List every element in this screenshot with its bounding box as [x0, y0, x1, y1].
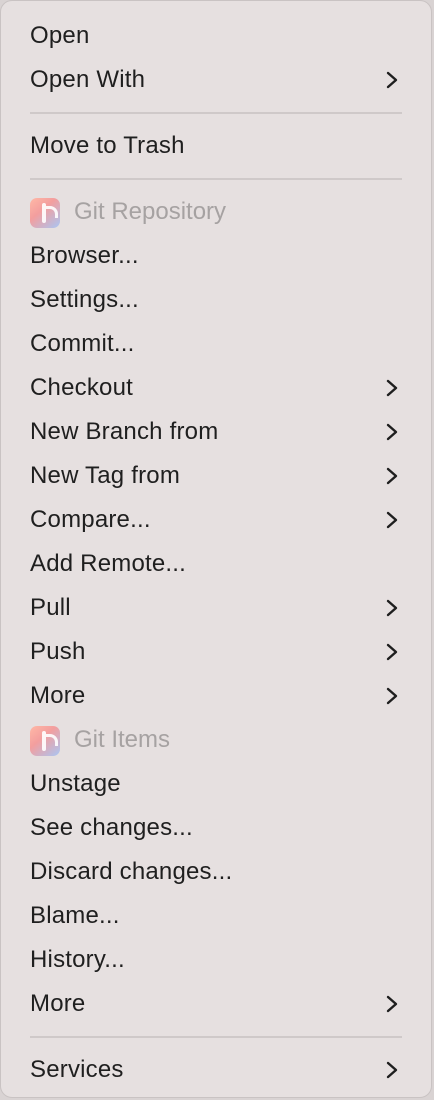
chevron-right-icon: [386, 379, 398, 397]
menu-item-label: More: [30, 990, 86, 1017]
git-app-icon: [30, 726, 60, 756]
section-header-git-items: Git Items: [1, 718, 431, 762]
menu-separator: [1, 102, 431, 124]
menu-item-label: More: [30, 682, 86, 709]
menu-item-label: History...: [30, 946, 125, 973]
section-header-label: Git Items: [74, 726, 171, 753]
menu-item-label: Services: [30, 1056, 124, 1083]
menu-item-open[interactable]: Open: [1, 14, 431, 58]
git-app-icon: [30, 198, 60, 228]
chevron-right-icon: [386, 1061, 398, 1079]
menu-item-unstage[interactable]: Unstage: [1, 762, 431, 806]
menu-item-label: Move to Trash: [30, 132, 185, 159]
menu-item-more-repository[interactable]: More: [1, 674, 431, 718]
menu-item-label: See changes...: [30, 814, 193, 841]
chevron-right-icon: [386, 511, 398, 529]
menu-item-more-items[interactable]: More: [1, 982, 431, 1026]
menu-item-push[interactable]: Push: [1, 630, 431, 674]
chevron-right-icon: [386, 467, 398, 485]
menu-item-new-tag-from[interactable]: New Tag from: [1, 454, 431, 498]
menu-item-label: Commit...: [30, 330, 135, 357]
menu-item-commit[interactable]: Commit...: [1, 322, 431, 366]
menu-item-pull[interactable]: Pull: [1, 586, 431, 630]
menu-item-discard-changes[interactable]: Discard changes...: [1, 850, 431, 894]
menu-item-history[interactable]: History...: [1, 938, 431, 982]
chevron-right-icon: [386, 687, 398, 705]
menu-item-blame[interactable]: Blame...: [1, 894, 431, 938]
context-menu: Open Open With Move to Trash Git Reposit…: [0, 0, 432, 1098]
menu-item-label: Browser...: [30, 242, 139, 269]
section-header-label: Git Repository: [74, 198, 227, 225]
menu-item-label: Open: [30, 22, 90, 49]
menu-item-label: New Branch from: [30, 418, 219, 445]
chevron-right-icon: [386, 995, 398, 1013]
chevron-right-icon: [386, 643, 398, 661]
menu-item-label: Unstage: [30, 770, 121, 797]
menu-item-compare[interactable]: Compare...: [1, 498, 431, 542]
menu-item-label: Discard changes...: [30, 858, 233, 885]
menu-item-label: Push: [30, 638, 86, 665]
menu-item-see-changes[interactable]: See changes...: [1, 806, 431, 850]
chevron-right-icon: [386, 423, 398, 441]
menu-item-services[interactable]: Services: [1, 1048, 431, 1092]
menu-item-label: Checkout: [30, 374, 133, 401]
chevron-right-icon: [386, 599, 398, 617]
menu-separator: [1, 168, 431, 190]
menu-item-label: Compare...: [30, 506, 151, 533]
menu-item-open-with[interactable]: Open With: [1, 58, 431, 102]
menu-separator: [1, 1026, 431, 1048]
menu-item-browser[interactable]: Browser...: [1, 234, 431, 278]
menu-item-settings[interactable]: Settings...: [1, 278, 431, 322]
menu-item-move-to-trash[interactable]: Move to Trash: [1, 124, 431, 168]
menu-item-label: Add Remote...: [30, 550, 187, 577]
menu-item-label: New Tag from: [30, 462, 181, 489]
menu-item-add-remote[interactable]: Add Remote...: [1, 542, 431, 586]
menu-item-checkout[interactable]: Checkout: [1, 366, 431, 410]
menu-item-label: Pull: [30, 594, 71, 621]
menu-item-label: Blame...: [30, 902, 120, 929]
menu-item-label: Open With: [30, 66, 146, 93]
chevron-right-icon: [386, 71, 398, 89]
section-header-git-repository: Git Repository: [1, 190, 431, 234]
menu-item-new-branch-from[interactable]: New Branch from: [1, 410, 431, 454]
menu-item-label: Settings...: [30, 286, 139, 313]
